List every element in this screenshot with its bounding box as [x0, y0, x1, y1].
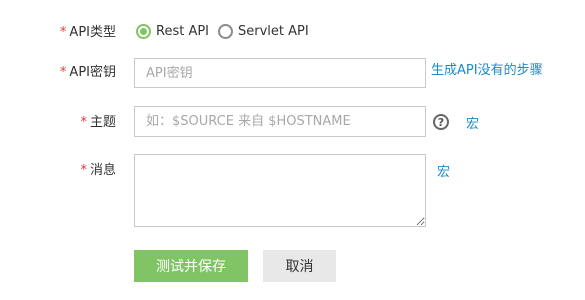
required-marker: *: [59, 65, 67, 80]
radio-rest-api[interactable]: Rest API: [136, 24, 209, 39]
message-label: * 消息: [80, 163, 116, 178]
api-key-steps-link[interactable]: 生成API没有的步骤: [431, 59, 543, 78]
subject-input[interactable]: [134, 106, 426, 137]
question-circle-icon[interactable]: ?: [433, 114, 449, 130]
message-macro-link[interactable]: 宏: [437, 161, 450, 180]
api-key-label: * API密钥: [59, 65, 116, 80]
required-marker: *: [80, 163, 87, 178]
required-marker: *: [80, 115, 87, 130]
api-type-label: * API类型: [59, 25, 116, 40]
api-key-input[interactable]: [134, 58, 426, 88]
radio-servlet-api-label: Servlet API: [238, 24, 309, 39]
required-marker: *: [59, 25, 67, 40]
subject-macro-link[interactable]: 宏: [466, 113, 479, 132]
radio-unchecked-icon: [218, 24, 233, 39]
radio-servlet-api[interactable]: Servlet API: [218, 24, 309, 39]
radio-checked-icon: [136, 24, 151, 39]
radio-rest-api-label: Rest API: [156, 24, 210, 39]
subject-label: * 主题: [80, 115, 116, 130]
cancel-button[interactable]: 取消: [263, 250, 336, 282]
message-textarea[interactable]: [134, 154, 426, 227]
test-and-save-button[interactable]: 测试并保存: [134, 250, 248, 282]
